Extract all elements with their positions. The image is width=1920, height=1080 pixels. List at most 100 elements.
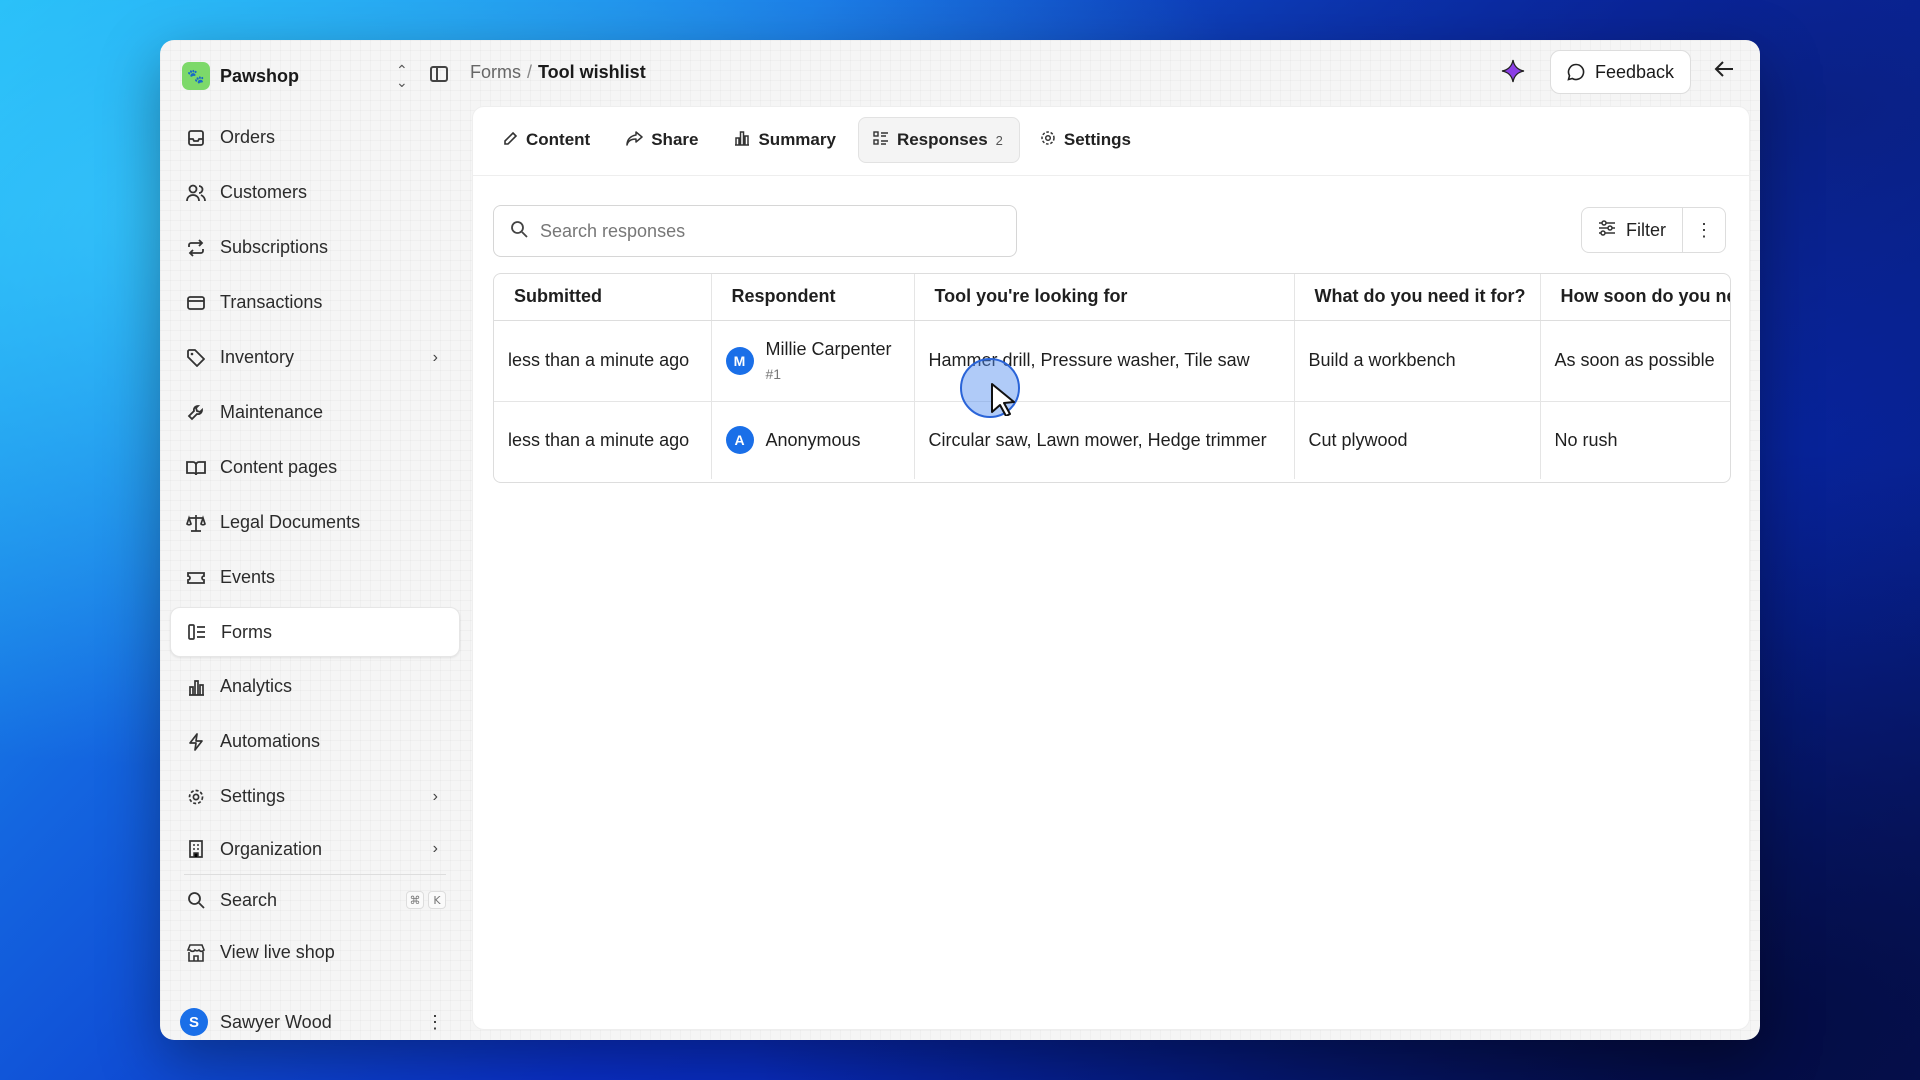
sidebar-item-legal-documents[interactable]: Legal Documents	[170, 495, 460, 550]
sidebar-item-forms[interactable]: Forms	[170, 607, 460, 657]
tab-summary[interactable]: Summary	[720, 117, 851, 163]
sidebar-search[interactable]: Search ⌘ K	[170, 875, 460, 925]
sidebar: 🐾 Pawshop ⌃ ⌄ Orders Customers Subscript…	[160, 40, 470, 1040]
ticket-icon	[186, 568, 206, 588]
timing-cell: As soon as possible	[1540, 320, 1730, 402]
brand-logo: 🐾	[182, 62, 210, 90]
chevron-up-down-icon: ⌃ ⌄	[396, 62, 408, 90]
sidebar-item-label: Orders	[220, 127, 276, 147]
sidebar-item-label: Content pages	[220, 457, 338, 477]
respondent-name[interactable]: Millie Carpenter	[766, 339, 892, 360]
tabs-divider	[473, 175, 1749, 176]
tag-icon	[186, 348, 206, 368]
page-title: Tool wishlist	[538, 62, 646, 82]
sidebar-item-settings[interactable]: Settings ›	[170, 769, 460, 824]
sidebar-view-live-shop[interactable]: View live shop	[170, 925, 460, 980]
bar-chart-icon	[734, 130, 750, 150]
sidebar-item-subscriptions[interactable]: Subscriptions	[170, 220, 460, 275]
repeat-icon	[186, 238, 206, 258]
responses-table: Submitted Respondent Tool you're looking…	[493, 273, 1731, 483]
list-icon	[873, 130, 889, 150]
gear-icon	[1040, 130, 1056, 150]
tab-content[interactable]: Content	[489, 117, 606, 163]
scale-icon	[186, 513, 206, 533]
sidebar-item-label: Transactions	[220, 292, 323, 312]
sidebar-item-transactions[interactable]: Transactions	[170, 275, 460, 330]
tab-responses[interactable]: Responses 2	[857, 117, 1020, 163]
tab-label: Content	[526, 130, 591, 149]
sliders-icon	[1598, 219, 1616, 241]
column-header[interactable]: Respondent	[711, 274, 915, 321]
inbox-icon	[186, 128, 206, 148]
timing-cell: No rush	[1540, 401, 1730, 479]
sidebar-item-maintenance[interactable]: Maintenance	[170, 385, 460, 440]
sidebar-item-events[interactable]: Events	[170, 550, 460, 605]
main-panel: Content Share Summary Responses 2 Settin…	[472, 106, 1750, 1030]
sidebar-nav: Orders Customers Subscriptions Transacti…	[170, 110, 460, 980]
bar-chart-icon	[186, 677, 206, 697]
respondent-number: #1	[765, 366, 782, 382]
feedback-button[interactable]: Feedback	[1550, 50, 1692, 94]
sidebar-search-label: Search	[220, 889, 278, 910]
user-menu[interactable]: S Sawyer Wood ⋮	[170, 1000, 460, 1040]
sidebar-item-content-pages[interactable]: Content pages	[170, 440, 460, 495]
respondent-cell: M Millie Carpenter #1	[711, 320, 915, 402]
sidebar-item-organization[interactable]: Organization ›	[170, 824, 460, 874]
table-header-row: Submitted Respondent Tool you're looking…	[494, 274, 1730, 321]
column-header[interactable]: What do you need it for?	[1294, 274, 1541, 321]
tool-cell: Circular saw, Lawn mower, Hedge trimmer	[914, 401, 1295, 479]
sidebar-item-label: Legal Documents	[220, 512, 361, 532]
store-icon	[186, 943, 206, 963]
search-input[interactable]	[540, 220, 980, 242]
tab-label: Share	[651, 130, 699, 149]
column-header[interactable]: Submitted	[494, 274, 712, 321]
breadcrumb-parent[interactable]: Forms	[470, 62, 521, 83]
search-responses[interactable]	[493, 205, 1017, 257]
column-header[interactable]: Tool you're looking for	[914, 274, 1295, 321]
sidebar-item-label: Settings	[220, 786, 286, 806]
form-tabs: Content Share Summary Responses 2 Settin…	[489, 117, 1147, 165]
table-row[interactable]: less than a minute ago A Anonymous Circu…	[494, 401, 1730, 479]
sidebar-item-customers[interactable]: Customers	[170, 165, 460, 220]
breadcrumb: Forms / Tool wishlist	[470, 62, 646, 83]
share-icon	[626, 130, 643, 150]
view-live-shop-label: View live shop	[220, 942, 335, 962]
tab-label: Summary	[758, 130, 836, 149]
tab-settings[interactable]: Settings	[1026, 117, 1147, 163]
purpose-cell: Build a workbench	[1294, 320, 1541, 402]
respondent-name[interactable]: Anonymous	[766, 430, 861, 451]
breadcrumb-separator: /	[527, 62, 533, 82]
sidebar-toggle-icon[interactable]	[430, 66, 448, 82]
more-vertical-icon[interactable]: ⋮	[1683, 208, 1725, 252]
respondent-cell: A Anonymous	[711, 401, 915, 479]
sidebar-item-label: Subscriptions	[220, 237, 329, 257]
kbd-command: ⌘	[406, 891, 424, 909]
avatar: A	[725, 426, 754, 455]
sidebar-item-orders[interactable]: Orders	[170, 110, 460, 165]
filter-label: Filter	[1626, 219, 1666, 240]
wrench-icon	[186, 403, 206, 423]
tab-share[interactable]: Share	[612, 117, 714, 163]
sidebar-item-inventory[interactable]: Inventory ›	[170, 330, 460, 385]
sidebar-item-label: Analytics	[220, 676, 293, 696]
book-icon	[186, 458, 206, 478]
avatar: S	[180, 1008, 208, 1036]
column-header[interactable]: How soon do you need it?	[1540, 274, 1730, 321]
search-icon	[510, 220, 528, 243]
more-vertical-icon[interactable]: ⋮	[426, 1012, 444, 1033]
table-row[interactable]: less than a minute ago M Millie Carpente…	[494, 320, 1730, 402]
shop-switcher[interactable]: 🐾 Pawshop ⌃ ⌄	[182, 58, 462, 94]
sidebar-item-label: Forms	[221, 621, 272, 642]
submitted-cell: less than a minute ago	[494, 401, 712, 479]
avatar: M	[725, 346, 754, 375]
filter-button[interactable]: Filter	[1582, 208, 1683, 252]
gear-icon	[186, 787, 206, 807]
sidebar-item-analytics[interactable]: Analytics	[170, 659, 460, 714]
message-circle-icon	[1567, 63, 1585, 81]
chevron-right-icon: ›	[432, 348, 438, 366]
brand-name: Pawshop	[220, 65, 300, 86]
sparkle-icon[interactable]	[1500, 58, 1526, 84]
sidebar-item-automations[interactable]: Automations	[170, 714, 460, 769]
arrow-left-icon[interactable]	[1714, 58, 1734, 84]
search-icon	[186, 890, 206, 910]
